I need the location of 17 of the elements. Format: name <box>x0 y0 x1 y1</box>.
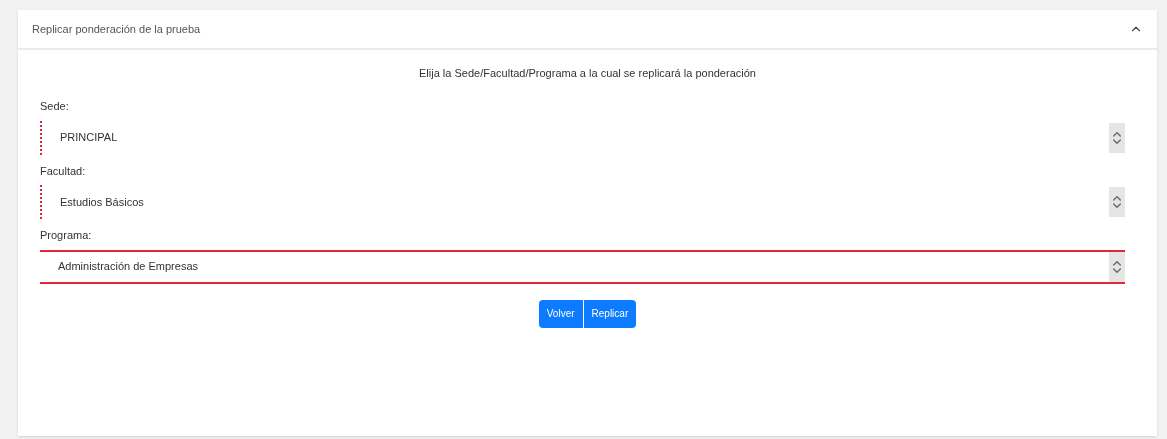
dropdown-icon[interactable] <box>1109 122 1125 153</box>
select-field[interactable]: Administración de Empresas <box>40 249 1125 284</box>
select-value: Administración de Empresas <box>58 259 198 275</box>
panel-header[interactable]: Replicar ponderación de la prueba <box>18 10 1157 50</box>
panel-title: Replicar ponderación de la prueba <box>32 21 201 37</box>
field-label: Facultad: <box>40 163 87 179</box>
action-button[interactable]: Volver <box>538 299 584 328</box>
dropdown-icon[interactable] <box>1109 251 1125 282</box>
action-button[interactable]: Replicar <box>583 299 637 328</box>
dropdown-icon[interactable] <box>1109 187 1125 217</box>
select-field[interactable]: PRINCIPAL <box>40 120 1125 155</box>
field-label: Sede: <box>40 99 70 114</box>
select-field[interactable]: Estudios Básicos <box>40 185 1125 219</box>
instruction-text: Elija la Sede/Facultad/Programa a la cual se replicará la ponderación <box>419 67 756 79</box>
select-value: PRINCIPAL <box>60 130 118 146</box>
field-label: Programa: <box>40 228 93 243</box>
select-value: Estudios Básicos <box>60 194 144 210</box>
